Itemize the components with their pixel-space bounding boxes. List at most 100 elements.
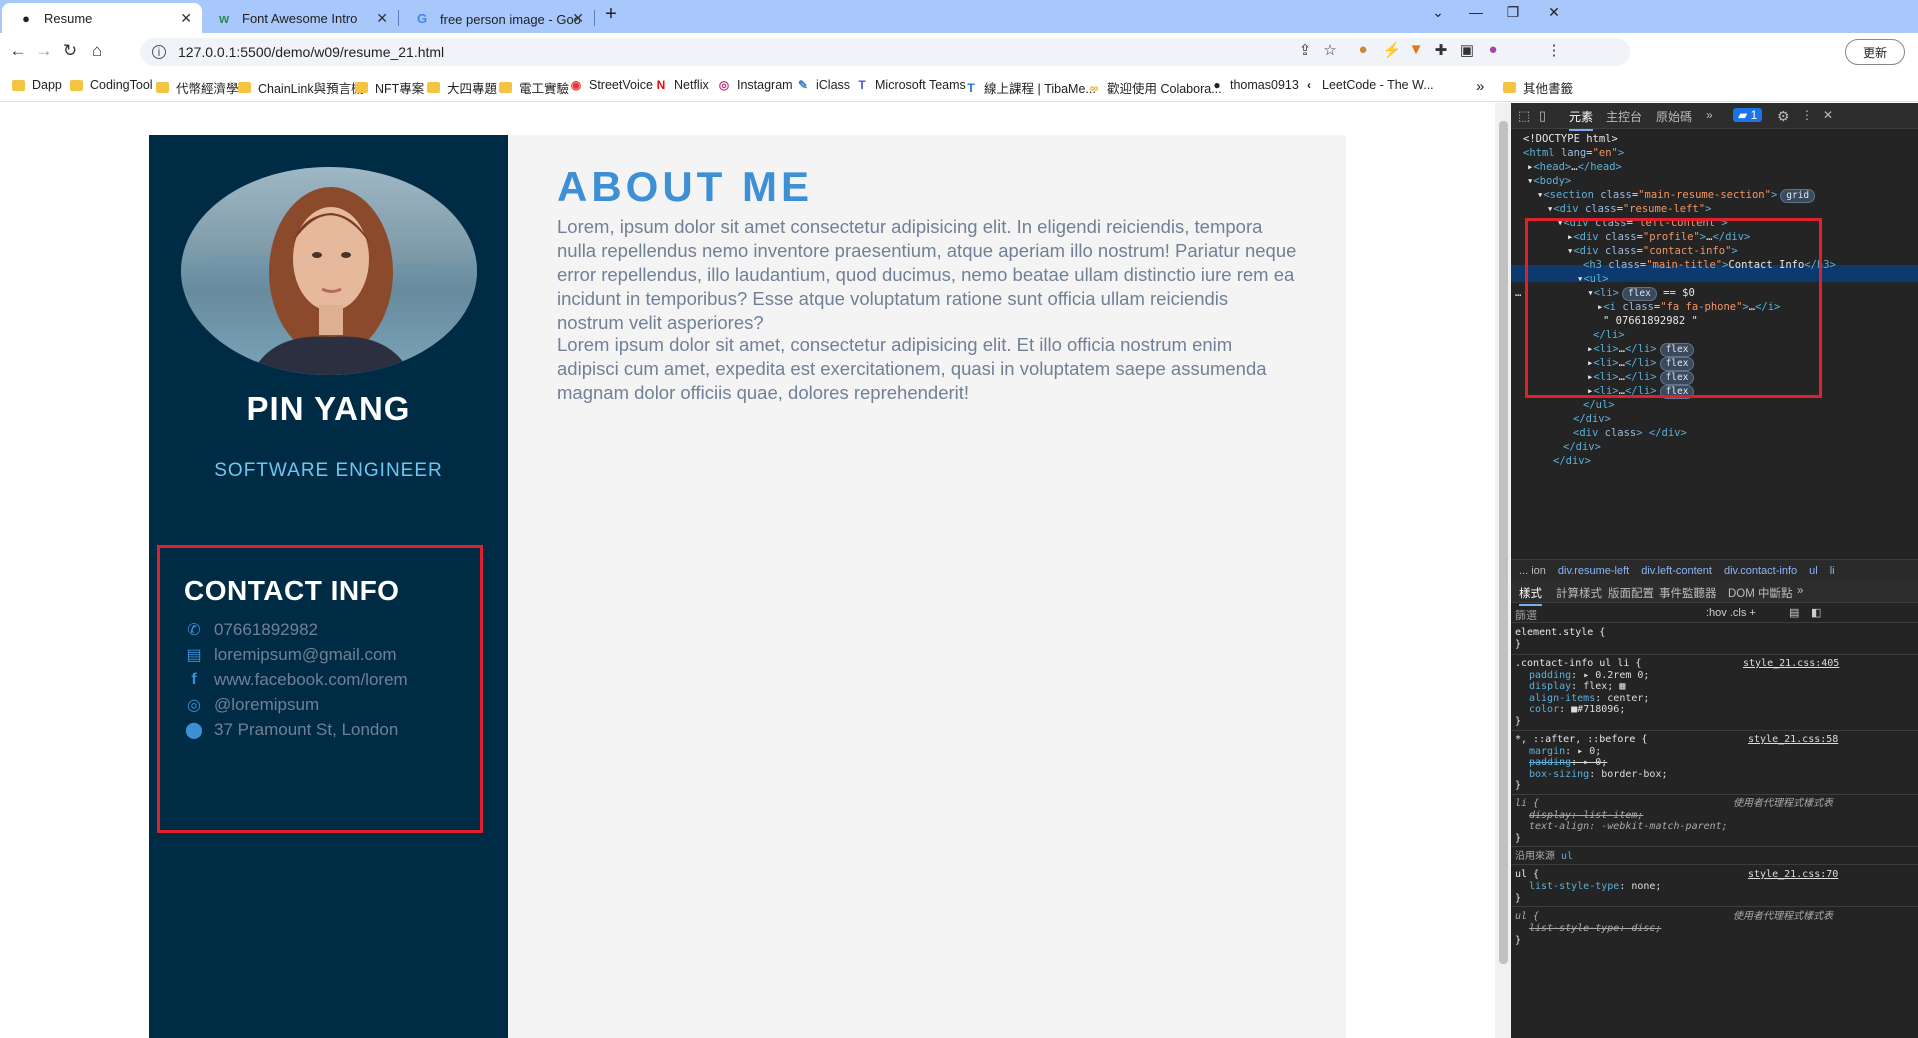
about-paragraph: Lorem, ipsum dolor sit amet consectetur … [557,216,1297,333]
contact-item-email: ▤ loremipsum@gmail.com [184,645,396,665]
settings-gear-icon[interactable]: ⚙ [1777,108,1790,125]
share-icon[interactable]: ⇪ [1294,41,1316,59]
instagram-icon: ◎ [718,78,730,92]
close-window-icon[interactable]: ✕ [1534,4,1574,21]
folder-icon [12,79,25,91]
styles-tabbar: 樣式 計算樣式 版面配置 事件監聽器 DOM 中斷點 » [1511,581,1918,606]
bookmark-link[interactable]: ✎ iClass [796,78,850,92]
tab-google-search[interactable]: G free person image - Google 搜尋 ✕ [398,3,594,33]
tab-elements[interactable]: 元素 [1569,108,1594,131]
bookmark-link[interactable]: ◎ Instagram [717,78,793,92]
dom-line[interactable]: </div> [1553,453,1591,470]
bookmark-folder[interactable]: ChainLink與預言機 [238,78,364,97]
bookmark-link[interactable]: ‹ LeetCode - The W... [1302,78,1434,92]
bookmark-star-icon[interactable]: ☆ [1319,41,1341,59]
menu-icon[interactable]: ⋮ [1543,41,1565,59]
styles-pane[interactable]: element.style { } .contact-info ul li { … [1511,623,1918,1038]
tab-event-listeners[interactable]: 事件監聽器 [1659,585,1717,601]
close-devtools-icon[interactable]: ✕ [1823,108,1833,122]
tab-strip: ● Resume ✕ w Font Awesome Intro ✕ G free… [0,0,1918,33]
new-tab-button[interactable]: + [591,3,631,26]
bookmark-link[interactable]: T 線上課程 | TibaMe... [964,78,1096,97]
folder-icon [156,82,169,93]
bookmark-link[interactable]: ◉ StreetVoice [569,78,653,92]
filter-input[interactable]: 篩選 [1515,607,1537,623]
breadcrumb-item[interactable]: div.resume-left [1558,565,1629,577]
iclass-icon: ✎ [797,78,809,92]
new-style-rule-icon[interactable]: ▤ [1789,606,1799,619]
inherited-label: 沿用來源 [1515,851,1555,862]
w3schools-icon: w [218,10,230,26]
leetcode-icon: ‹ [1307,78,1311,92]
info-icon[interactable]: i [152,45,166,59]
inherited-from[interactable]: ul [1561,851,1573,862]
minimize-icon[interactable]: — [1456,4,1496,20]
avatar[interactable]: ● [1482,41,1504,58]
bookmark-link[interactable]: T Microsoft Teams [855,78,965,92]
tibame-icon: T [967,80,975,95]
page-viewport: PIN YANG SOFTWARE ENGINEER CONTACT INFO … [0,103,1495,1038]
bookmarks-overflow-button[interactable]: » [1476,78,1484,95]
tab-font-awesome[interactable]: w Font Awesome Intro ✕ [200,3,398,33]
more-options-icon[interactable]: ⋮ [1801,108,1813,122]
update-button[interactable]: 更新 [1845,39,1905,65]
extension-icon[interactable]: ● [1352,41,1374,58]
breadcrumb-item[interactable]: ... ion [1519,565,1546,577]
tab-sources[interactable]: 原始碼 [1656,108,1692,125]
contact-info-title: CONTACT INFO [184,575,400,606]
close-icon[interactable]: ✕ [572,10,584,27]
breadcrumb-item[interactable]: li [1830,565,1835,577]
github-icon: ● [22,10,30,26]
more-tabs-button[interactable]: » [1706,108,1713,122]
more-tabs-button[interactable]: » [1797,585,1803,597]
device-toolbar-icon[interactable]: ▯ [1539,108,1546,124]
contact-item-address: ⬤ 37 Pramount St, London [185,720,399,739]
extensions-puzzle-icon[interactable]: ✚ [1430,41,1452,59]
tab-search-icon[interactable]: ⌄ [1418,4,1458,21]
js-extension-icon[interactable]: ⚡ [1381,41,1403,59]
folder-icon [238,82,251,93]
breadcrumb-item[interactable]: div.contact-info [1724,565,1797,577]
bookmark-folder[interactable]: CodingTool [70,78,153,92]
github-icon: ● [1213,78,1221,92]
resume-right: ABOUT ME Lorem, ipsum dolor sit amet con… [508,135,1346,1038]
page-scroll-thumb[interactable] [1499,121,1508,964]
close-icon[interactable]: ✕ [376,10,388,27]
about-title: ABOUT ME [557,163,813,210]
metamask-icon[interactable]: ▼ [1405,41,1427,58]
bookmark-folder[interactable]: 代幣經濟學 [156,78,239,97]
devtools-tabbar: ⬚ ▯ 元素 主控台 原始碼 » ▰ 1 ⚙ ⋮ ✕ [1511,103,1918,131]
bookmark-folder[interactable]: 大四專題 [427,78,497,97]
bookmark-link[interactable]: ∞ 歡迎使用 Colabora... [1087,78,1222,97]
restore-icon[interactable]: ❐ [1493,4,1533,21]
breadcrumb-item[interactable]: ul [1809,565,1818,577]
tab-resume[interactable]: ● Resume ✕ [2,3,202,33]
tab-dom-breakpoints[interactable]: DOM 中斷點 [1728,585,1793,601]
close-icon[interactable]: ✕ [180,10,192,27]
tab-computed[interactable]: 計算樣式 [1556,585,1602,601]
bookmark-link[interactable]: N Netflix [654,78,709,92]
profile-name: PIN YANG [246,390,411,427]
tab-layout[interactable]: 版面配置 [1608,585,1654,601]
home-icon[interactable]: ⌂ [84,41,110,61]
url-text[interactable]: 127.0.0.1:5500/demo/w09/resume_21.html [178,44,444,60]
styles-filter[interactable]: 篩選 :hov .cls + ▤ ◧ [1511,603,1918,623]
breadcrumb-item[interactable]: div.left-content [1641,565,1712,577]
issues-badge[interactable]: ▰ 1 [1733,108,1763,122]
side-panel-icon[interactable]: ▣ [1456,41,1478,59]
bookmark-folder[interactable]: NFT專案 [355,78,424,97]
tab-console[interactable]: 主控台 [1606,108,1642,125]
inspect-icon[interactable]: ⬚ [1518,108,1530,124]
back-icon[interactable]: ← [5,41,31,61]
bookmark-link[interactable]: ● thomas0913 [1210,78,1298,92]
filter-tools[interactable]: :hov .cls + [1706,607,1756,619]
reload-icon[interactable]: ↻ [57,41,83,61]
contact-item-phone: ✆ 07661892982 [184,620,318,640]
folder-icon [499,82,512,93]
forward-icon[interactable]: → [31,41,57,61]
phone-icon: ✆ [187,622,201,639]
other-bookmarks-folder[interactable]: 其他書籤 [1503,78,1573,97]
bookmark-folder[interactable]: Dapp [12,78,62,92]
toggle-sidebar-icon[interactable]: ◧ [1811,606,1821,619]
bookmark-folder[interactable]: 電工實驗 [499,78,569,97]
